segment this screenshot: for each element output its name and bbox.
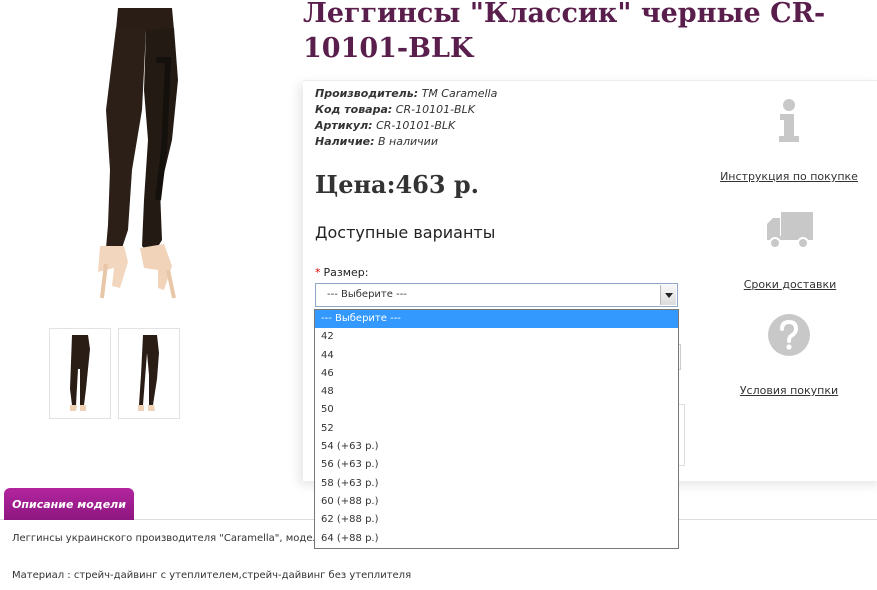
product-thumbnail-front[interactable]: [49, 328, 111, 419]
variants-title: Доступные варианты: [315, 223, 496, 242]
size-option[interactable]: 46: [315, 365, 678, 383]
size-label: * Размер:: [315, 266, 369, 279]
size-dropdown-list[interactable]: --- Выберите --- 42 44 46 48 50 52 54 (+…: [314, 309, 679, 549]
size-option[interactable]: 60 (+88 р.): [315, 493, 678, 511]
size-select[interactable]: --- Выберите ---: [315, 283, 678, 307]
size-option[interactable]: --- Выберите ---: [315, 310, 678, 329]
size-option[interactable]: 62 (+88 р.): [315, 511, 678, 529]
product-price: Цена:463 р.: [315, 170, 480, 199]
size-option[interactable]: 50: [315, 401, 678, 419]
meta-article: Артикул: CR-10101-BLK: [315, 119, 456, 132]
required-marker: *: [315, 266, 321, 279]
description-text: Леггинсы украинского производителя "Cara…: [12, 533, 335, 544]
size-option[interactable]: 48: [315, 383, 678, 401]
size-option[interactable]: 56 (+63 р.): [315, 456, 678, 474]
conditions-block[interactable]: Условия покупки: [714, 312, 864, 397]
material-text: Материал : стрейч-дайвинг с утеплителем,…: [12, 570, 412, 581]
instruction-link[interactable]: Инструкция по покупке: [714, 170, 864, 183]
product-thumbnail-side[interactable]: [118, 328, 180, 419]
tab-description[interactable]: Описание модели: [4, 488, 134, 520]
meta-availability: Наличие: В наличии: [315, 135, 438, 148]
product-meta: Производитель: ТМ Caramella Код товара: …: [315, 86, 497, 150]
size-option[interactable]: 58 (+63 р.): [315, 475, 678, 493]
truck-icon: [767, 212, 813, 249]
product-main-image[interactable]: [60, 0, 260, 300]
size-option[interactable]: 54 (+63 р.): [315, 438, 678, 456]
size-option[interactable]: 42: [315, 328, 678, 346]
instruction-block[interactable]: Инструкция по покупке: [714, 98, 864, 183]
info-icon: [779, 99, 799, 142]
meta-manufacturer: Производитель: ТМ Caramella: [315, 87, 498, 100]
size-option[interactable]: 52: [315, 420, 678, 438]
size-option[interactable]: 44: [315, 347, 678, 365]
conditions-link[interactable]: Условия покупки: [714, 384, 864, 397]
meta-product-code: Код товара: CR-10101-BLK: [315, 103, 475, 116]
leggings-photo-icon: [98, 8, 178, 299]
product-title: Леггинсы "Классик" черные CR-10101-BLK: [303, 0, 826, 64]
delivery-block[interactable]: Сроки доставки: [715, 210, 865, 291]
delivery-link[interactable]: Сроки доставки: [715, 278, 865, 291]
size-select-value: --- Выберите ---: [327, 289, 407, 300]
size-option[interactable]: 64 (+88 р.): [315, 530, 678, 548]
chevron-down-icon[interactable]: [660, 285, 676, 305]
question-icon: [768, 314, 810, 356]
